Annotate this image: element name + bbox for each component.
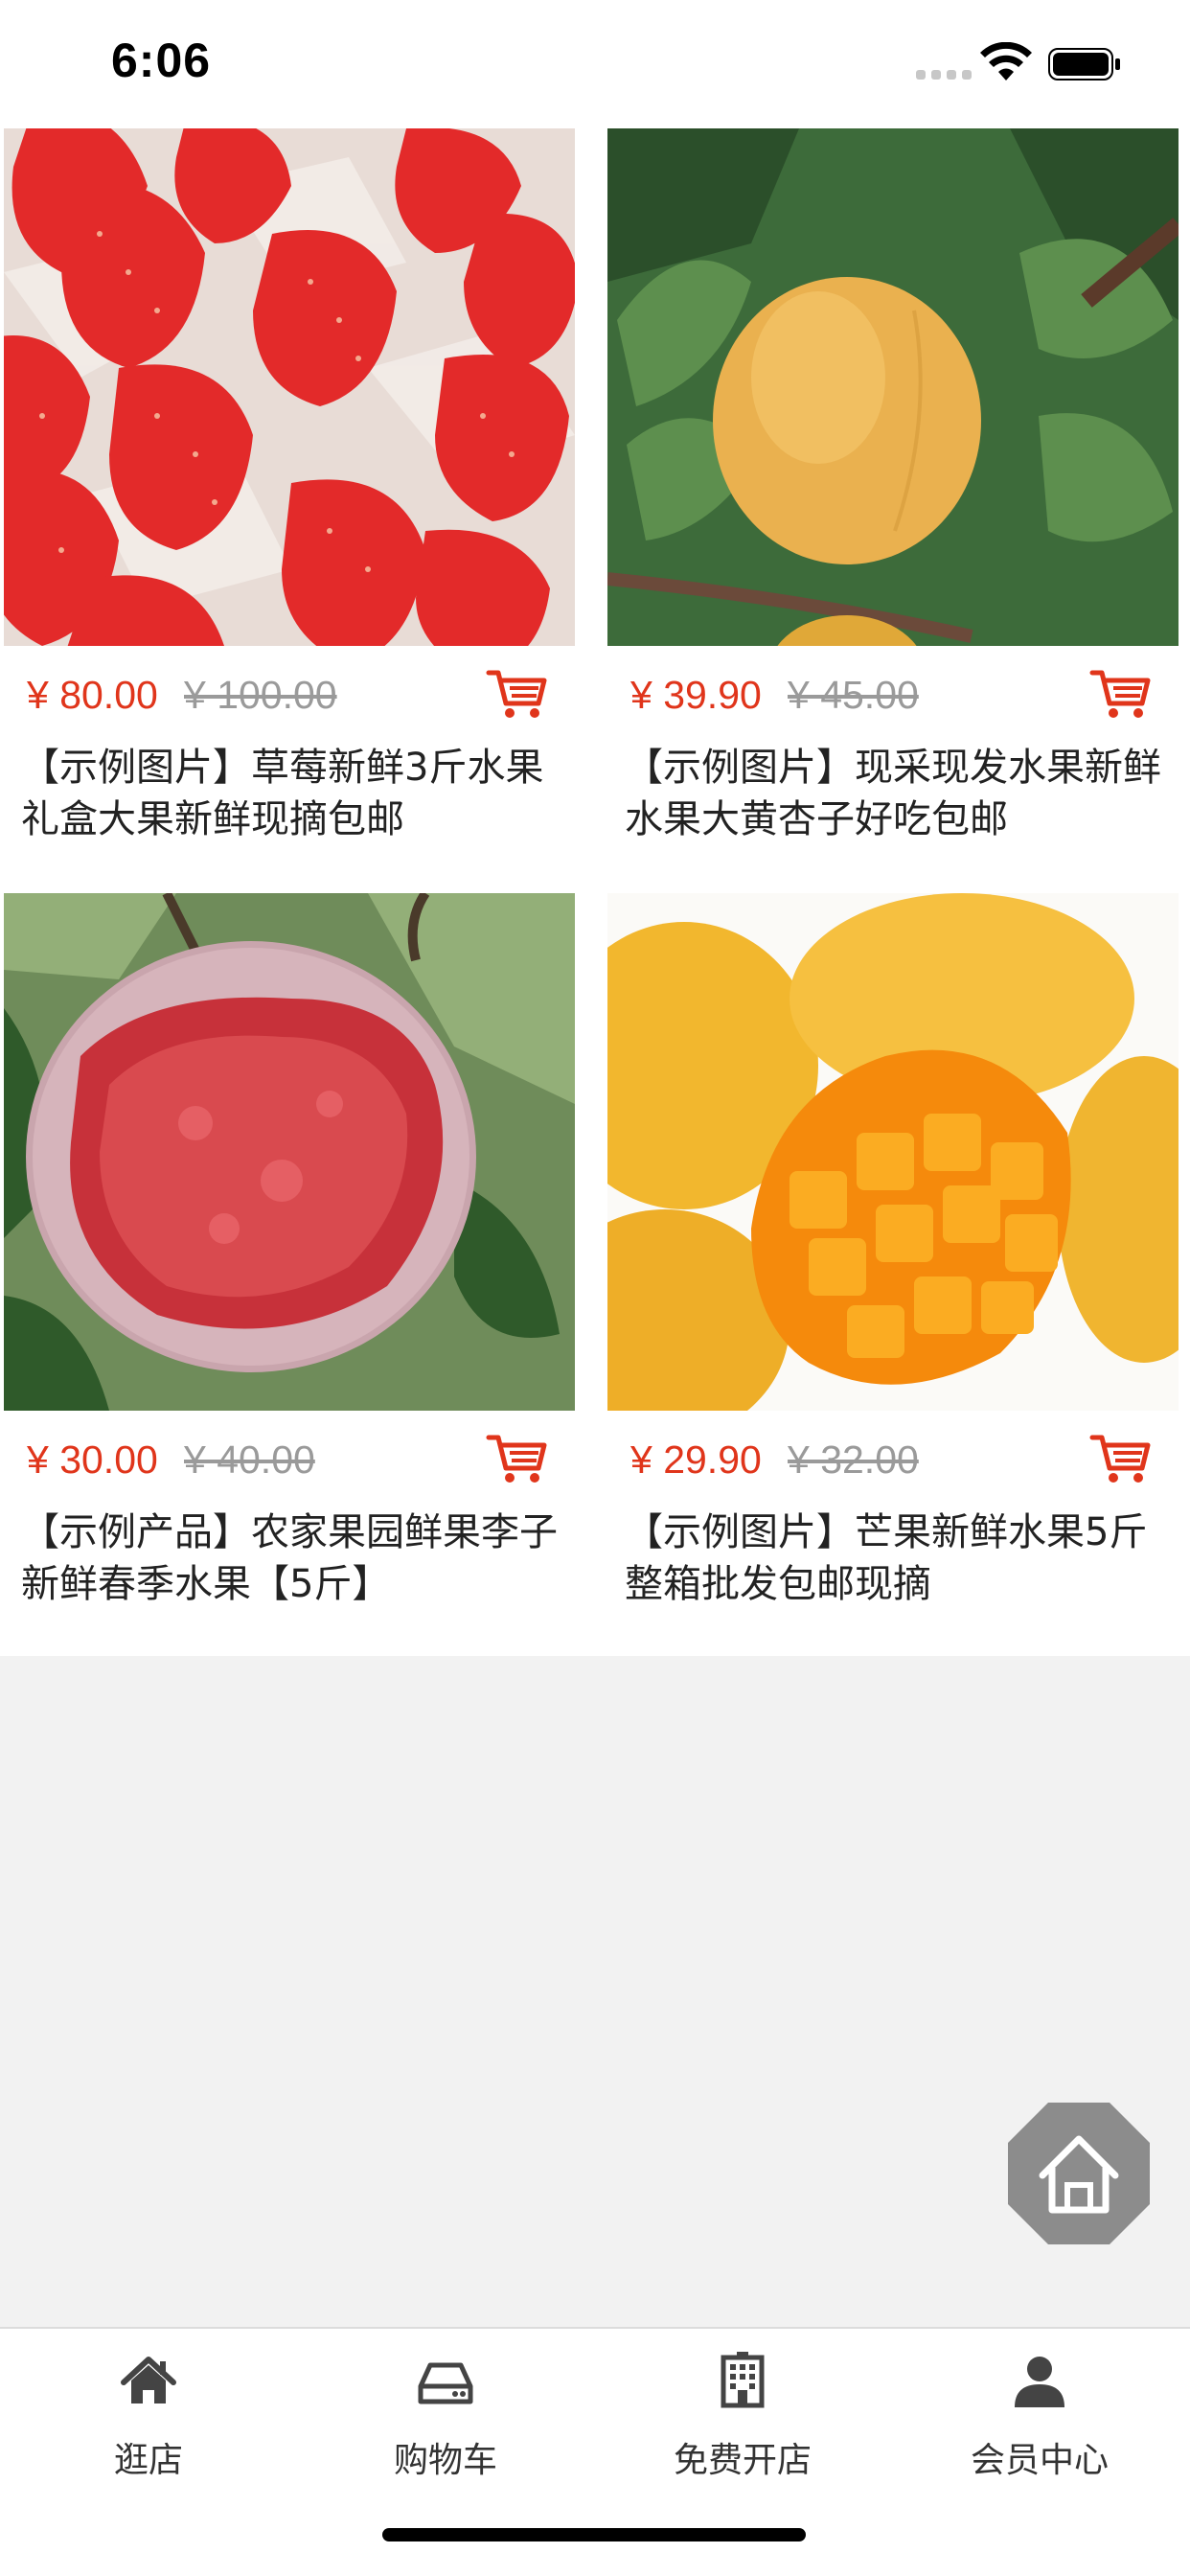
product-card[interactable]: ¥ 30.00 ¥ 40.00 【示例产品】农家果园鲜果李子新鲜春季水果【5斤】 <box>4 893 575 1625</box>
price: ¥ 39.90 <box>630 673 762 717</box>
tab-label: 免费开店 <box>673 2441 812 2480</box>
price-row: ¥ 30.00 ¥ 40.00 <box>4 1411 575 1506</box>
price-row: ¥ 29.90 ¥ 32.00 <box>607 1411 1179 1506</box>
strawberries-photo[interactable] <box>4 128 575 646</box>
original-price: ¥ 45.00 <box>788 673 919 717</box>
plum-photo[interactable] <box>4 893 575 1411</box>
cart-icon[interactable] <box>483 1424 552 1493</box>
product-title[interactable]: 【示例图片】现采现发水果新鲜水果大黄杏子好吃包邮 <box>625 742 1161 845</box>
status-bar: 6:06 <box>0 0 1190 126</box>
apricot-photo[interactable] <box>607 128 1179 646</box>
tab-label: 购物车 <box>393 2441 497 2480</box>
price-row: ¥ 39.90 ¥ 45.00 <box>607 646 1179 742</box>
battery-icon <box>1048 48 1120 80</box>
tab-member-center[interactable]: 会员中心 <box>891 2329 1188 2497</box>
building-icon <box>721 2352 765 2408</box>
wifi-icon <box>980 42 1032 80</box>
tab-label: 会员中心 <box>970 2441 1109 2480</box>
tab-open-store[interactable]: 免费开店 <box>594 2329 891 2497</box>
tab-cart[interactable]: 购物车 <box>297 2329 594 2497</box>
cart-icon[interactable] <box>483 659 552 728</box>
product-title[interactable]: 【示例图片】芒果新鲜水果5斤整箱批发包邮现摘 <box>625 1506 1161 1610</box>
original-price: ¥ 32.00 <box>788 1438 919 1482</box>
tab-shop[interactable]: 逛店 <box>0 2329 297 2497</box>
price: ¥ 29.90 <box>630 1438 762 1482</box>
status-time: 6:06 <box>111 34 212 87</box>
user-icon <box>1015 2357 1064 2407</box>
price: ¥ 30.00 <box>27 1438 158 1482</box>
mango-photo[interactable] <box>607 893 1179 1411</box>
product-title[interactable]: 【示例产品】农家果园鲜果李子新鲜春季水果【5斤】 <box>21 1506 558 1610</box>
cart-icon[interactable] <box>1087 1424 1156 1493</box>
home-icon <box>121 2357 176 2404</box>
product-grid: ¥ 80.00 ¥ 100.00 【示例图片】草莓新鲜3斤水果礼盒大果新鲜现摘包… <box>0 126 1190 1656</box>
product-card[interactable]: ¥ 29.90 ¥ 32.00 【示例图片】芒果新鲜水果5斤整箱批发包邮现摘 <box>607 893 1179 1625</box>
original-price: ¥ 40.00 <box>184 1438 315 1482</box>
price-row: ¥ 80.00 ¥ 100.00 <box>4 646 575 742</box>
product-card[interactable]: ¥ 39.90 ¥ 45.00 【示例图片】现采现发水果新鲜水果大黄杏子好吃包邮 <box>607 128 1179 861</box>
home-indicator <box>382 2528 806 2542</box>
cart-icon[interactable] <box>1087 659 1156 728</box>
signal-icon <box>916 70 972 80</box>
home-icon[interactable] <box>1006 2101 1152 2246</box>
price: ¥ 80.00 <box>27 673 158 717</box>
tab-label: 逛店 <box>113 2441 183 2480</box>
drive-icon <box>418 2362 473 2404</box>
product-title[interactable]: 【示例图片】草莓新鲜3斤水果礼盒大果新鲜现摘包邮 <box>21 742 558 845</box>
original-price: ¥ 100.00 <box>184 673 337 717</box>
product-card[interactable]: ¥ 80.00 ¥ 100.00 【示例图片】草莓新鲜3斤水果礼盒大果新鲜现摘包… <box>4 128 575 861</box>
